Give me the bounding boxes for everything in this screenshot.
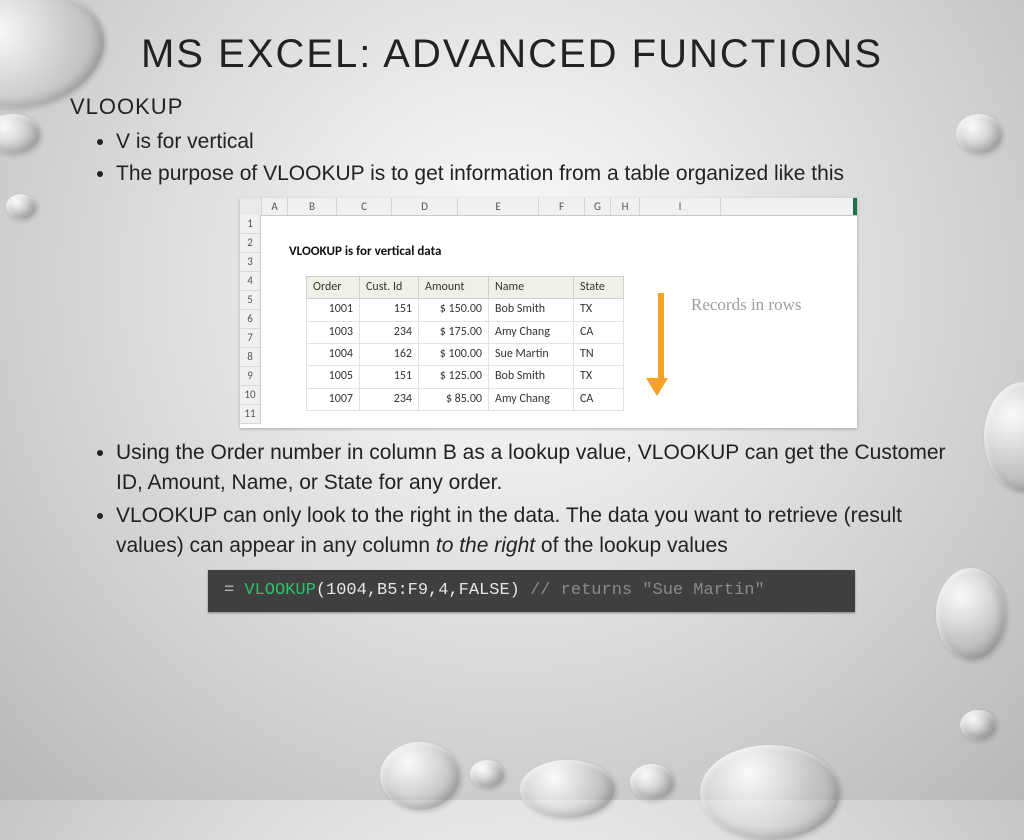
slide-title: MS EXCEL: ADVANCED FUNCTIONS [0,32,1024,77]
bullet-item: Using the Order number in column B as a … [116,438,964,499]
table-row: 1001151$ 150.00Bob SmithTX [307,299,624,321]
excel-data-table: Order Cust. Id Amount Name State 1001151… [306,276,624,411]
bullet-item: VLOOKUP can only look to the right in th… [116,501,964,562]
excel-screenshot: A B C D E F G H I 123 456 789 1011 VLOOK… [240,198,857,428]
formula-code: = VLOOKUP(1004,B5:F9,4,FALSE) // returns… [208,570,855,613]
section-heading: VLOOKUP [70,91,964,123]
bullet-item: The purpose of VLOOKUP is to get informa… [116,159,964,189]
arrow-down-icon [654,293,668,396]
table-row: 1005151$ 125.00Bob SmithTX [307,366,624,388]
excel-row-numbers: 123 456 789 1011 [240,215,261,424]
bullet-list-top: V is for vertical The purpose of VLOOKUP… [70,127,964,190]
bullet-item: V is for vertical [116,127,964,157]
table-row: 1003234$ 175.00Amy ChangCA [307,321,624,343]
excel-caption: VLOOKUP is for vertical data [289,243,441,262]
bullet-list-bottom: Using the Order number in column B as a … [70,438,964,562]
table-row: 1007234$ 85.00Amy ChangCA [307,388,624,410]
excel-column-headers: A B C D E F G H I [240,198,857,216]
annotation-text: Records in rows [691,293,801,318]
table-row: 1004162$ 100.00Sue MartinTN [307,343,624,365]
